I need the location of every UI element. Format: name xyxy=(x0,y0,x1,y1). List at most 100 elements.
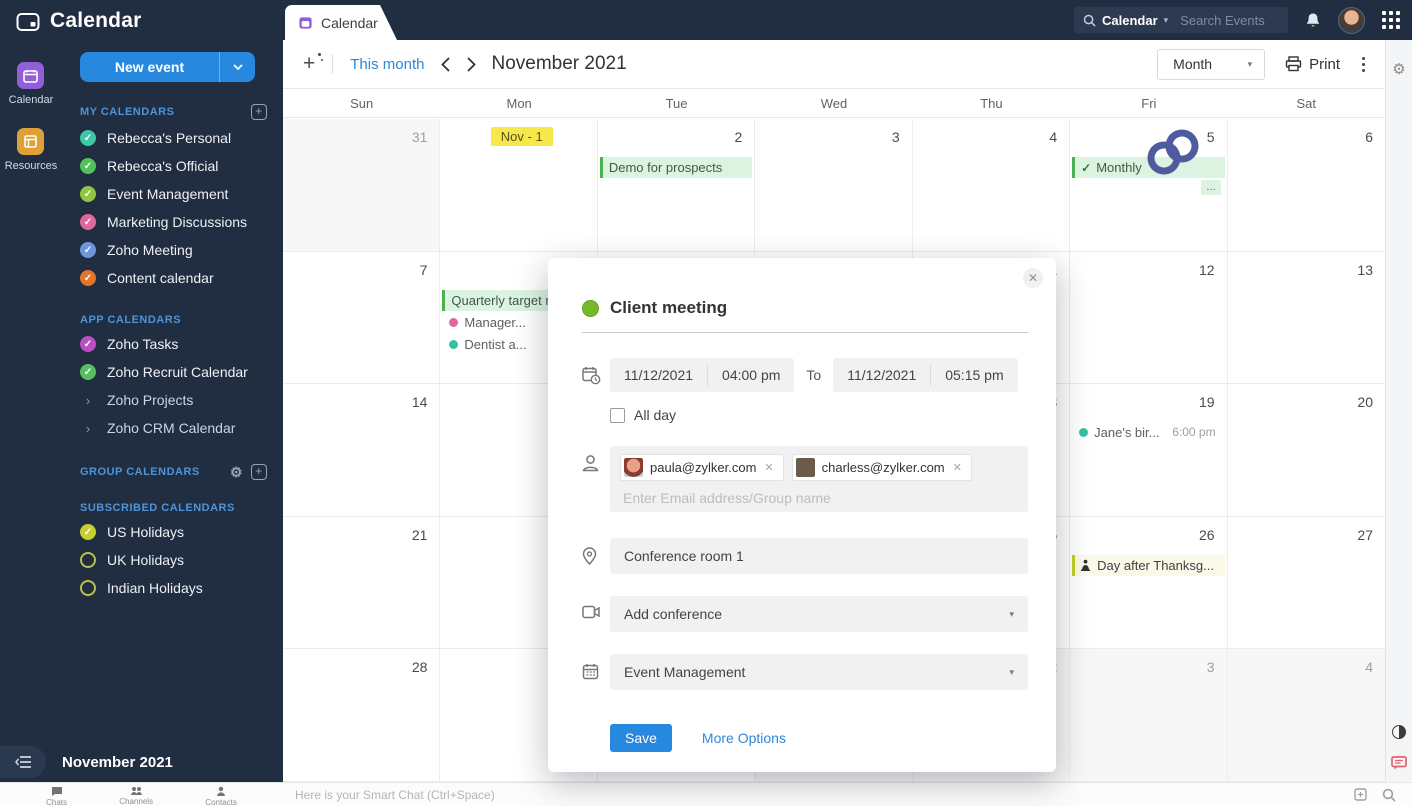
start-date-field[interactable]: 11/12/2021 xyxy=(610,358,707,392)
save-button[interactable]: Save xyxy=(610,724,672,752)
day-cell[interactable]: 6 xyxy=(1228,119,1385,252)
day-cell[interactable]: 20 xyxy=(1228,384,1385,517)
rail-item-resources[interactable]: Resources xyxy=(5,128,58,172)
close-icon[interactable]: ✕ xyxy=(1023,268,1043,288)
all-day-toggle[interactable]: All day xyxy=(610,407,676,423)
sidebar-item-zoho-projects[interactable]: ›Zoho Projects xyxy=(62,386,269,414)
sidebar-item-zoho-crm-calendar[interactable]: ›Zoho CRM Calendar xyxy=(62,414,269,442)
chat-tab-chats[interactable]: Chats xyxy=(46,786,67,806)
settings-gear-icon[interactable]: ⚙ xyxy=(1392,60,1405,78)
smart-chat-input[interactable] xyxy=(295,788,1342,802)
notifications-bell-icon[interactable] xyxy=(1305,12,1321,29)
collapse-sidebar-icon[interactable] xyxy=(0,746,46,778)
chat-tab-contacts[interactable]: Contacts xyxy=(205,786,237,806)
calendar-unchecked-icon[interactable] xyxy=(80,580,96,596)
section-add-icon[interactable]: + xyxy=(251,104,267,120)
day-cell[interactable]: 4 xyxy=(1228,649,1385,782)
section-gear-icon[interactable]: ⚙ xyxy=(230,465,243,479)
attendee-chip[interactable]: paula@zylker.com✕ xyxy=(620,454,784,481)
event-title[interactable]: Client meeting xyxy=(610,298,727,318)
chat-search-icon[interactable] xyxy=(1382,788,1396,802)
all-day-checkbox[interactable] xyxy=(610,408,625,423)
end-time-field[interactable]: 05:15 pm xyxy=(931,358,1017,392)
search-scope-selector[interactable]: Calendar xyxy=(1102,13,1158,28)
calendar-checked-icon[interactable]: ✓ xyxy=(80,186,96,202)
calendar-checked-icon[interactable]: ✓ xyxy=(80,242,96,258)
global-search-bar[interactable]: Calendar ▾ xyxy=(1074,7,1288,33)
day-cell[interactable]: 4 xyxy=(913,119,1070,252)
sidebar-item-zoho-meeting[interactable]: ✓Zoho Meeting xyxy=(62,236,269,264)
view-selector[interactable]: Month ▾ xyxy=(1157,49,1265,80)
end-date-field[interactable]: 11/12/2021 xyxy=(833,358,930,392)
day-cell[interactable]: 3 xyxy=(755,119,912,252)
day-cell[interactable]: 7 xyxy=(283,252,440,385)
media-icon[interactable] xyxy=(1354,788,1367,801)
start-time-field[interactable]: 04:00 pm xyxy=(708,358,794,392)
mini-calendar-month-label[interactable]: November 2021 xyxy=(62,754,173,771)
calendar-checked-icon[interactable]: ✓ xyxy=(80,524,96,540)
day-cell[interactable]: 26Day after Thanksg... xyxy=(1070,517,1227,650)
remove-attendee-icon[interactable]: ✕ xyxy=(952,461,963,474)
day-cell[interactable]: 2Demo for prospects xyxy=(598,119,755,252)
day-cell[interactable]: 5✓Monthly... xyxy=(1070,119,1227,252)
sidebar-item-content-calendar[interactable]: ✓Content calendar xyxy=(62,264,269,292)
theme-contrast-icon[interactable] xyxy=(1392,725,1406,739)
location-input[interactable]: Conference room 1 xyxy=(610,538,1028,574)
calendar-checked-icon[interactable]: ✓ xyxy=(80,270,96,286)
day-cell[interactable]: 28 xyxy=(283,649,440,782)
sidebar-item-rebecca-s-personal[interactable]: ✓Rebecca's Personal xyxy=(62,124,269,152)
calendar-checked-icon[interactable]: ✓ xyxy=(80,336,96,352)
sidebar-item-zoho-tasks[interactable]: ✓Zoho Tasks xyxy=(62,330,269,358)
day-cell[interactable]: Nov - 1 xyxy=(440,119,597,252)
calendar-event[interactable]: Day after Thanksg... xyxy=(1072,555,1224,576)
event-color-dot[interactable] xyxy=(582,300,599,317)
print-button[interactable]: Print xyxy=(1285,56,1340,73)
sidebar-item-rebecca-s-official[interactable]: ✓Rebecca's Official xyxy=(62,152,269,180)
prev-month-icon[interactable] xyxy=(441,57,450,72)
day-cell[interactable]: 14 xyxy=(283,384,440,517)
conference-select[interactable]: Add conference ▾ xyxy=(610,596,1028,632)
user-avatar[interactable] xyxy=(1338,7,1365,34)
more-options-kebab-icon[interactable] xyxy=(1360,55,1367,74)
date-badge[interactable]: Nov - 1 xyxy=(491,127,553,146)
smart-add-icon[interactable]: + xyxy=(303,54,315,74)
calendar-event[interactable]: Demo for prospects xyxy=(600,157,752,178)
sidebar-item-event-management[interactable]: ✓Event Management xyxy=(62,180,269,208)
rail-item-calendar[interactable]: Calendar xyxy=(9,62,54,106)
new-event-button[interactable]: New event xyxy=(80,52,255,82)
calendar-event[interactable]: Jane's bir...6:00 pm xyxy=(1072,422,1224,442)
calendar-checked-icon[interactable]: ✓ xyxy=(80,158,96,174)
calendar-checked-icon[interactable]: ✓ xyxy=(80,130,96,146)
tab-calendar[interactable]: Calendar xyxy=(285,5,397,40)
apps-grid-icon[interactable] xyxy=(1382,11,1400,29)
day-cell[interactable]: 12 xyxy=(1070,252,1227,385)
day-cell[interactable]: 27 xyxy=(1228,517,1385,650)
attendee-chip[interactable]: charless@zylker.com✕ xyxy=(792,454,972,481)
sidebar-item-zoho-recruit-calendar[interactable]: ✓Zoho Recruit Calendar xyxy=(62,358,269,386)
day-cell[interactable]: 13 xyxy=(1228,252,1385,385)
next-month-icon[interactable] xyxy=(467,57,476,72)
day-cell[interactable]: 31 xyxy=(283,119,440,252)
more-events-indicator[interactable]: ... xyxy=(1201,180,1220,195)
more-options-link[interactable]: More Options xyxy=(702,730,786,746)
section-add-icon[interactable]: + xyxy=(251,464,267,480)
sidebar-item-indian-holidays[interactable]: Indian Holidays xyxy=(62,574,269,602)
search-input[interactable] xyxy=(1180,13,1282,28)
day-cell[interactable]: 21 xyxy=(283,517,440,650)
chat-tab-channels[interactable]: Channels xyxy=(119,786,153,806)
new-event-dropdown[interactable] xyxy=(219,52,255,82)
calendar-checked-icon[interactable]: ✓ xyxy=(80,214,96,230)
attendees-field[interactable]: paula@zylker.com✕charless@zylker.com✕ En… xyxy=(610,446,1028,512)
sidebar-item-us-holidays[interactable]: ✓US Holidays xyxy=(62,518,269,546)
calendar-event[interactable]: ✓Monthly xyxy=(1072,157,1224,178)
sidebar-item-marketing-discussions[interactable]: ✓Marketing Discussions xyxy=(62,208,269,236)
calendar-unchecked-icon[interactable] xyxy=(80,552,96,568)
sidebar-item-uk-holidays[interactable]: UK Holidays xyxy=(62,546,269,574)
day-cell[interactable]: 3 xyxy=(1070,649,1227,782)
this-month-button[interactable]: This month xyxy=(350,56,424,73)
calendar-checked-icon[interactable]: ✓ xyxy=(80,364,96,380)
feedback-chat-icon[interactable] xyxy=(1391,756,1407,770)
day-cell[interactable]: 19Jane's bir...6:00 pm xyxy=(1070,384,1227,517)
calendar-select[interactable]: Event Management ▾ xyxy=(610,654,1028,690)
remove-attendee-icon[interactable]: ✕ xyxy=(763,461,774,474)
